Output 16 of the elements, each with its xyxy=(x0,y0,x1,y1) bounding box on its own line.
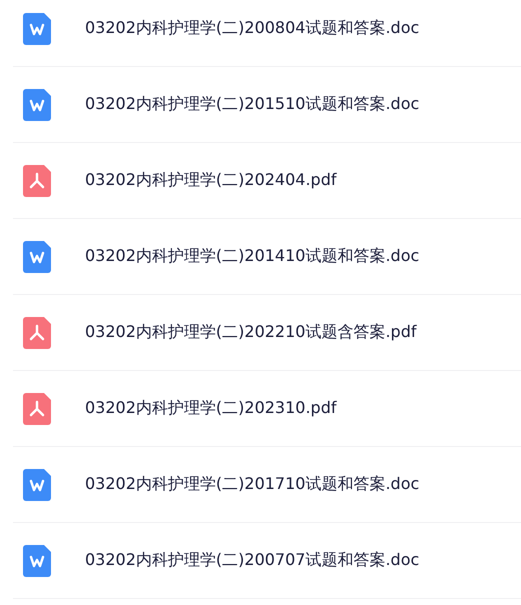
file-name-link[interactable]: 03202内科护理学(二)201710试题和答案.doc xyxy=(85,474,420,495)
file-name-link[interactable]: 03202内科护理学(二)200804试题和答案.doc xyxy=(85,18,420,39)
file-name-link[interactable]: 03202内科护理学(二)201410试题和答案.doc xyxy=(85,246,420,267)
file-name-link[interactable]: 03202内科护理学(二)202404.pdf xyxy=(85,170,336,191)
pdf-file-icon xyxy=(23,392,51,424)
file-name-link[interactable]: 03202内科护理学(二)200707试题和答案.doc xyxy=(85,550,420,571)
pdf-file-icon xyxy=(23,164,51,196)
file-name-link[interactable]: 03202内科护理学(二)202310.pdf xyxy=(85,398,336,419)
word-file-icon xyxy=(23,240,51,272)
word-file-icon xyxy=(23,544,51,576)
file-name-link[interactable]: 03202内科护理学(二)202210试题含答案.pdf xyxy=(85,322,416,343)
file-name-link[interactable]: 03202内科护理学(二)201510试题和答案.doc xyxy=(85,94,420,115)
word-file-icon xyxy=(23,468,51,500)
word-file-icon xyxy=(23,88,51,120)
word-file-icon xyxy=(23,12,51,44)
pdf-file-icon xyxy=(23,316,51,348)
